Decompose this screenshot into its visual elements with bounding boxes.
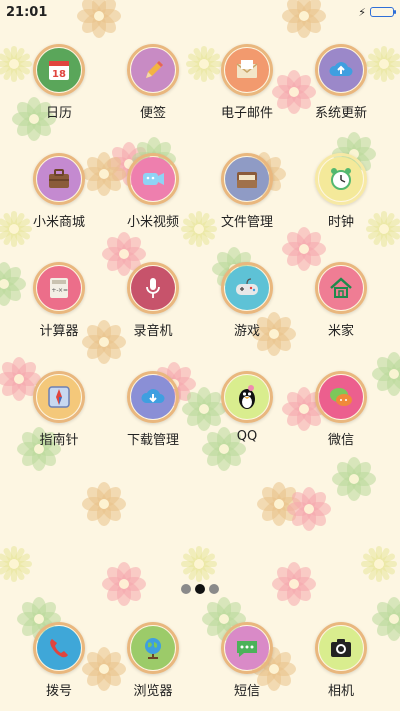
phone-icon: [37, 626, 81, 670]
envelope-icon: [225, 48, 269, 92]
app-label: 微信: [327, 433, 354, 448]
cloud-upload-icon-frame: [315, 44, 367, 96]
app-grid: 18 日历 便签 电子邮件 系统更新小米商城 小米视频 文件管理 时钟 +- ×= 计算器 录音机 游戏…: [12, 44, 388, 480]
camera-icon-frame: [315, 622, 367, 674]
gamepad-icon-frame: [221, 262, 273, 314]
app-label: 米家: [327, 324, 354, 339]
video-camera-icon-frame: [127, 153, 179, 205]
app-label: 计算器: [39, 324, 79, 339]
compass-icon-frame: [33, 371, 85, 423]
message-icon-frame: [221, 622, 273, 674]
app-mi-video[interactable]: 小米视频: [106, 153, 200, 262]
globe-icon: [131, 626, 175, 670]
dock: 拨号 浏览器 短信 相机: [12, 622, 388, 699]
phone-icon-frame: [33, 622, 85, 674]
camera-icon: [319, 626, 363, 670]
app-label: 小米商城: [32, 215, 85, 230]
wallpaper-flower: [355, 540, 400, 588]
calendar-icon-frame: 18: [33, 44, 85, 96]
app-label: 游戏: [233, 324, 260, 339]
briefcase-icon: [37, 157, 81, 201]
house-icon-frame: [315, 262, 367, 314]
app-calendar[interactable]: 18 日历: [12, 44, 106, 153]
compass-icon: [37, 375, 81, 419]
app-recorder[interactable]: 录音机: [106, 262, 200, 371]
alarm-clock-icon-frame: [315, 153, 367, 205]
calculator-icon: +- ×=: [37, 266, 81, 310]
cloud-upload-icon: [319, 48, 363, 92]
app-notes[interactable]: 便签: [106, 44, 200, 153]
status-time: 21:01: [6, 4, 48, 20]
app-label: 时钟: [327, 215, 354, 230]
app-calculator[interactable]: +- ×= 计算器: [12, 262, 106, 371]
app-label: 便签: [139, 106, 166, 121]
page-dot[interactable]: [209, 584, 219, 594]
svg-text:×=: ×=: [58, 287, 68, 294]
svg-text:18: 18: [52, 69, 66, 80]
globe-icon-frame: [127, 622, 179, 674]
app-email[interactable]: 电子邮件: [200, 44, 294, 153]
app-label: 小米视频: [126, 215, 179, 230]
app-label: 系统更新: [314, 106, 367, 121]
wallpaper-flower: [80, 480, 128, 528]
house-icon: [319, 266, 363, 310]
app-label: 指南针: [39, 433, 79, 448]
penguin-icon-frame: [221, 371, 273, 423]
page-dot[interactable]: [181, 584, 191, 594]
app-system-update[interactable]: 系统更新: [294, 44, 388, 153]
app-label: 录音机: [133, 324, 173, 339]
status-icons: ⚡: [358, 5, 396, 19]
app-browser[interactable]: 浏览器: [106, 622, 200, 699]
app-compass[interactable]: 指南针: [12, 371, 106, 480]
page-indicator: [0, 584, 400, 594]
microphone-icon-frame: [127, 262, 179, 314]
microphone-icon: [131, 266, 175, 310]
charging-icon: ⚡: [358, 5, 366, 19]
message-icon: [225, 626, 269, 670]
envelope-icon-frame: [221, 44, 273, 96]
video-camera-icon: [131, 157, 175, 201]
app-label: 相机: [327, 684, 354, 699]
app-phone[interactable]: 拨号: [12, 622, 106, 699]
app-wechat[interactable]: 微信: [294, 371, 388, 480]
cloud-download-icon-frame: [127, 371, 179, 423]
pencil-icon-frame: [127, 44, 179, 96]
pencil-icon: [131, 48, 175, 92]
calculator-icon-frame: +- ×=: [33, 262, 85, 314]
app-label: 电子邮件: [220, 106, 273, 121]
app-label: 文件管理: [220, 215, 273, 230]
app-messages[interactable]: 短信: [200, 622, 294, 699]
app-camera[interactable]: 相机: [294, 622, 388, 699]
page-dot[interactable]: [195, 584, 205, 594]
app-games[interactable]: 游戏: [200, 262, 294, 371]
app-downloads[interactable]: 下载管理: [106, 371, 200, 480]
wallpaper-flower: [175, 540, 223, 588]
app-mi-home[interactable]: 米家: [294, 262, 388, 371]
app-file-manager[interactable]: 文件管理: [200, 153, 294, 262]
app-label: 短信: [233, 684, 260, 699]
briefcase-icon-frame: [33, 153, 85, 205]
chat-bubbles-icon-frame: [315, 371, 367, 423]
folder-icon: [225, 157, 269, 201]
chat-bubbles-icon: [319, 375, 363, 419]
cloud-download-icon: [131, 375, 175, 419]
app-label: 下载管理: [126, 433, 179, 448]
app-label: 拨号: [45, 684, 72, 699]
calendar-icon: 18: [37, 48, 81, 92]
status-bar: 21:01 ⚡: [0, 0, 400, 24]
app-label: QQ: [236, 429, 258, 444]
penguin-icon: [225, 375, 269, 419]
gamepad-icon: [225, 266, 269, 310]
battery-icon: [370, 7, 396, 17]
alarm-clock-icon: [319, 157, 363, 201]
app-qq[interactable]: QQ: [200, 371, 294, 480]
app-mi-store[interactable]: 小米商城: [12, 153, 106, 262]
folder-icon-frame: [221, 153, 273, 205]
wallpaper-flower: [285, 485, 333, 533]
app-clock[interactable]: 时钟: [294, 153, 388, 262]
app-label: 浏览器: [133, 684, 173, 699]
app-label: 日历: [45, 106, 72, 121]
wallpaper-flower: [0, 540, 38, 588]
